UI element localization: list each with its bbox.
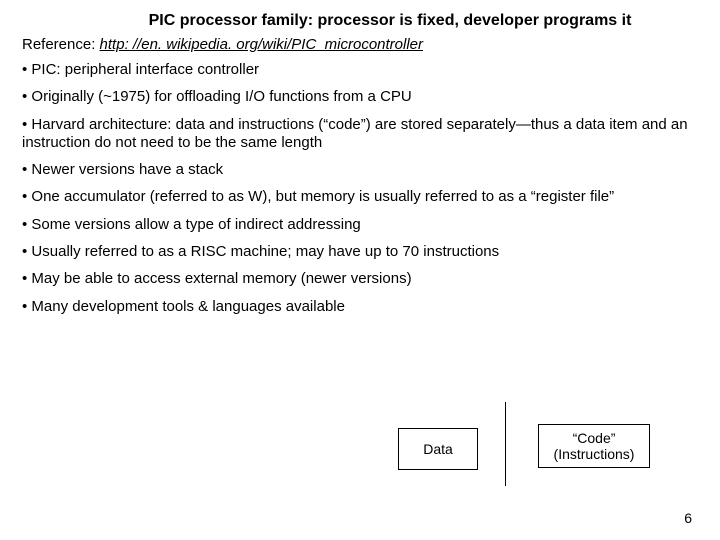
reference-line: Reference: http: //en. wikipedia. org/wi… bbox=[22, 36, 698, 53]
bullet-item: • Usually referred to as a RISC machine;… bbox=[22, 243, 698, 261]
bullet-item: • Many development tools & languages ava… bbox=[22, 298, 698, 316]
reference-link[interactable]: http: //en. wikipedia. org/wiki/PIC_micr… bbox=[100, 36, 423, 53]
bullet-item: • One accumulator (referred to as W), bu… bbox=[22, 188, 698, 206]
bullet-text: May be able to access external memory (n… bbox=[31, 270, 411, 287]
bullet-text: One accumulator (referred to as W), but … bbox=[31, 188, 614, 205]
bullet-text: PIC: peripheral interface controller bbox=[31, 61, 259, 78]
bullet-list: • PIC: peripheral interface controller •… bbox=[22, 61, 698, 316]
bullet-text: Harvard architecture: data and instructi… bbox=[22, 116, 688, 151]
bullet-text: Many development tools & languages avail… bbox=[31, 298, 345, 315]
bullet-item: • PIC: peripheral interface controller bbox=[22, 61, 698, 79]
data-box: Data bbox=[398, 428, 478, 470]
page-number: 6 bbox=[684, 510, 692, 526]
bullet-text: Usually referred to as a RISC machine; m… bbox=[31, 243, 499, 260]
bullet-text: Newer versions have a stack bbox=[31, 161, 223, 178]
bullet-text: Originally (~1975) for offloading I/O fu… bbox=[31, 88, 411, 105]
bullet-item: • Newer versions have a stack bbox=[22, 161, 698, 179]
code-box: “Code” (Instructions) bbox=[538, 424, 650, 468]
harvard-diagram: Data “Code” (Instructions) bbox=[360, 402, 700, 492]
slide: PIC processor family: processor is fixed… bbox=[0, 0, 720, 540]
code-box-label: “Code” (Instructions) bbox=[545, 430, 643, 462]
slide-title: PIC processor family: processor is fixed… bbox=[22, 12, 698, 30]
bullet-item: • May be able to access external memory … bbox=[22, 270, 698, 288]
bullet-item: • Originally (~1975) for offloading I/O … bbox=[22, 88, 698, 106]
reference-label: Reference: bbox=[22, 36, 100, 53]
bullet-item: • Harvard architecture: data and instruc… bbox=[22, 116, 698, 153]
bullet-item: • Some versions allow a type of indirect… bbox=[22, 216, 698, 234]
data-box-label: Data bbox=[423, 441, 453, 457]
bullet-text: Some versions allow a type of indirect a… bbox=[31, 216, 360, 233]
separator-line bbox=[505, 402, 506, 486]
